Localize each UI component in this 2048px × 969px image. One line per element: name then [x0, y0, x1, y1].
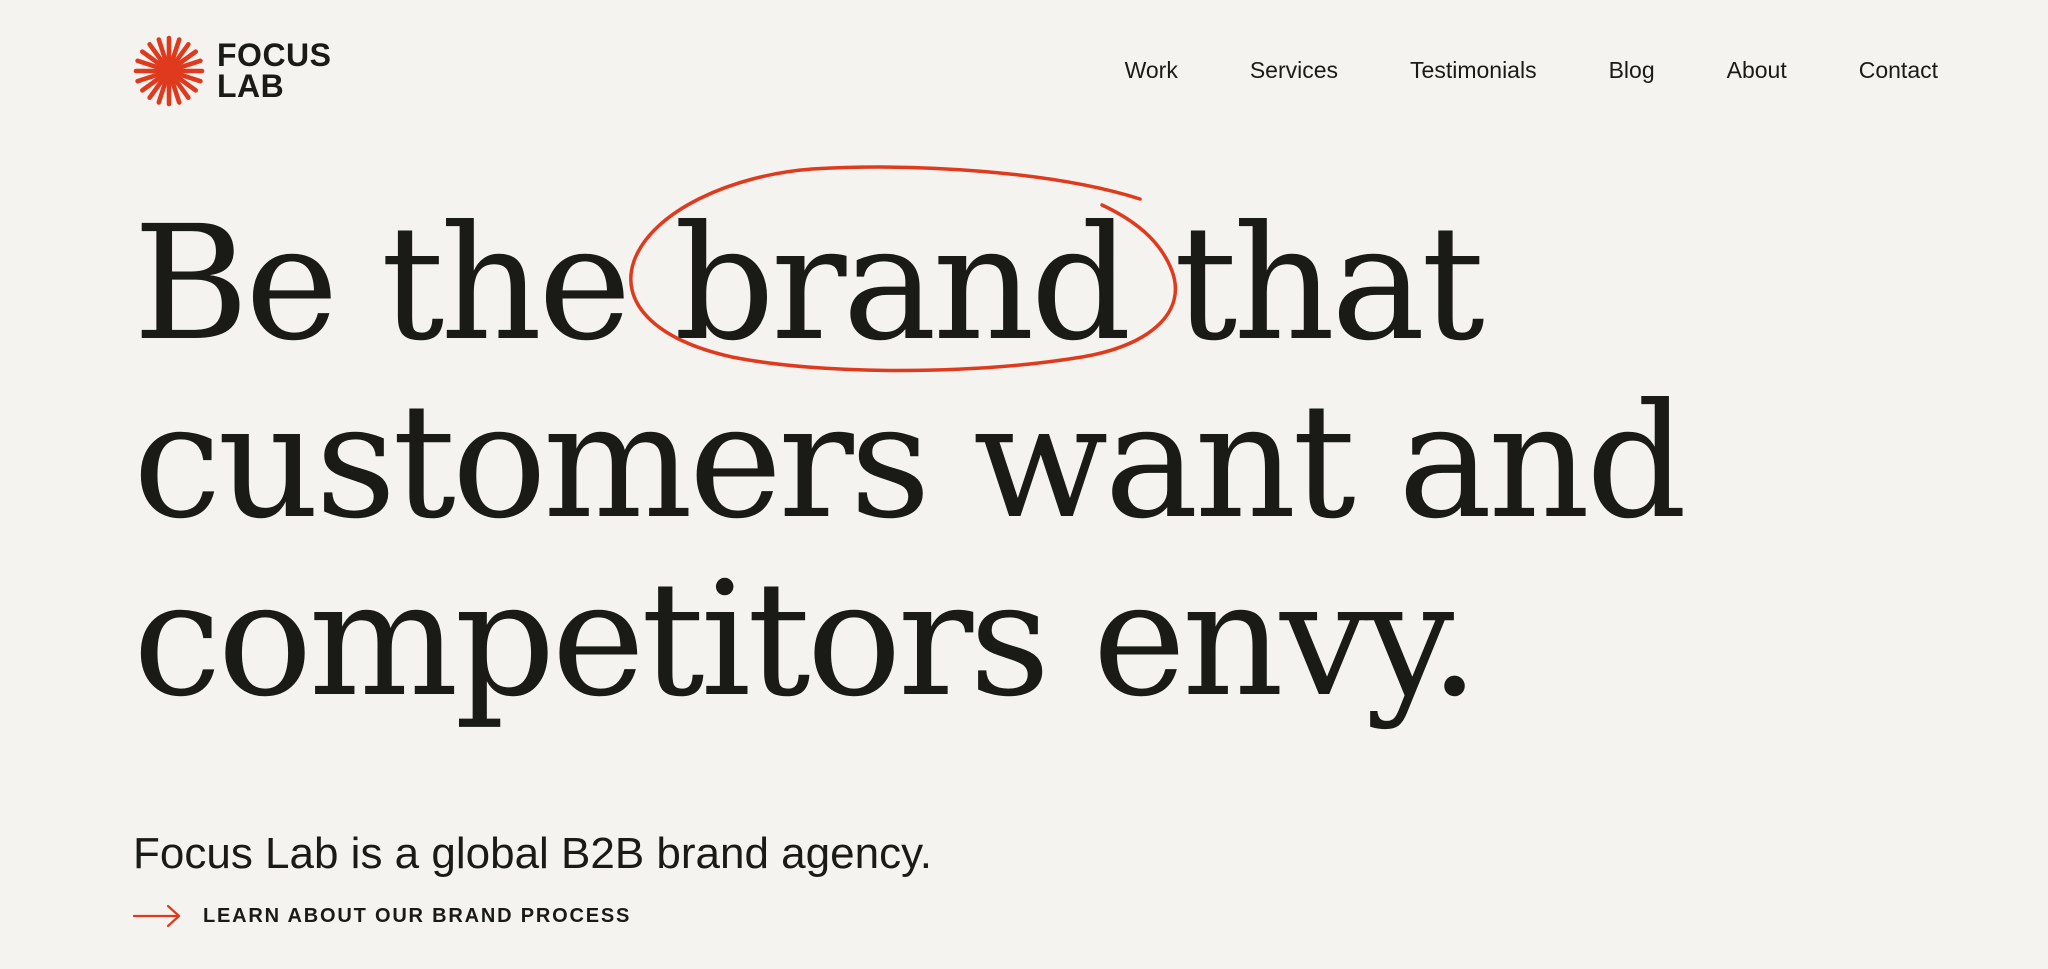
headline-text-brand: brand	[673, 192, 1132, 376]
logo-wordmark: FOCUS LAB	[217, 37, 332, 104]
hero-headline: Be the brand that customers want and com…	[133, 165, 1933, 732]
site-header: FOCUS LAB Work Services Testimonials Blo…	[0, 0, 2048, 140]
headline-text-that: that	[1127, 192, 1485, 376]
logo-word-focus: FOCUS	[217, 37, 332, 73]
starburst-icon	[133, 35, 205, 107]
nav-item-work[interactable]: Work	[1125, 54, 1178, 86]
logo-link[interactable]: FOCUS LAB	[133, 35, 332, 107]
headline-circled-word: brand	[628, 165, 1177, 376]
headline-text-be-the: Be the	[133, 192, 674, 376]
nav-item-contact[interactable]: Contact	[1859, 54, 1938, 86]
headline-line-1: Be the brand that	[133, 165, 1933, 376]
logo-word-lab: LAB	[217, 68, 285, 104]
learn-brand-process-link[interactable]: LEARN ABOUT OUR BRAND PROCESS	[133, 898, 631, 934]
cta-label: LEARN ABOUT OUR BRAND PROCESS	[203, 905, 632, 927]
headline-line-2: customers want and	[133, 370, 1687, 554]
arrow-right-icon	[133, 904, 181, 928]
headline-line-3: competitors envy.	[133, 548, 1480, 732]
hero-section: Be the brand that customers want and com…	[133, 165, 1933, 732]
nav-item-testimonials[interactable]: Testimonials	[1410, 54, 1537, 86]
nav-item-about[interactable]: About	[1727, 54, 1787, 86]
nav-item-blog[interactable]: Blog	[1609, 54, 1655, 86]
nav-item-services[interactable]: Services	[1250, 54, 1338, 86]
main-nav: Work Services Testimonials Blog About Co…	[1125, 54, 1938, 86]
hero-subheading: Focus Lab is a global B2B brand agency.	[133, 829, 933, 878]
